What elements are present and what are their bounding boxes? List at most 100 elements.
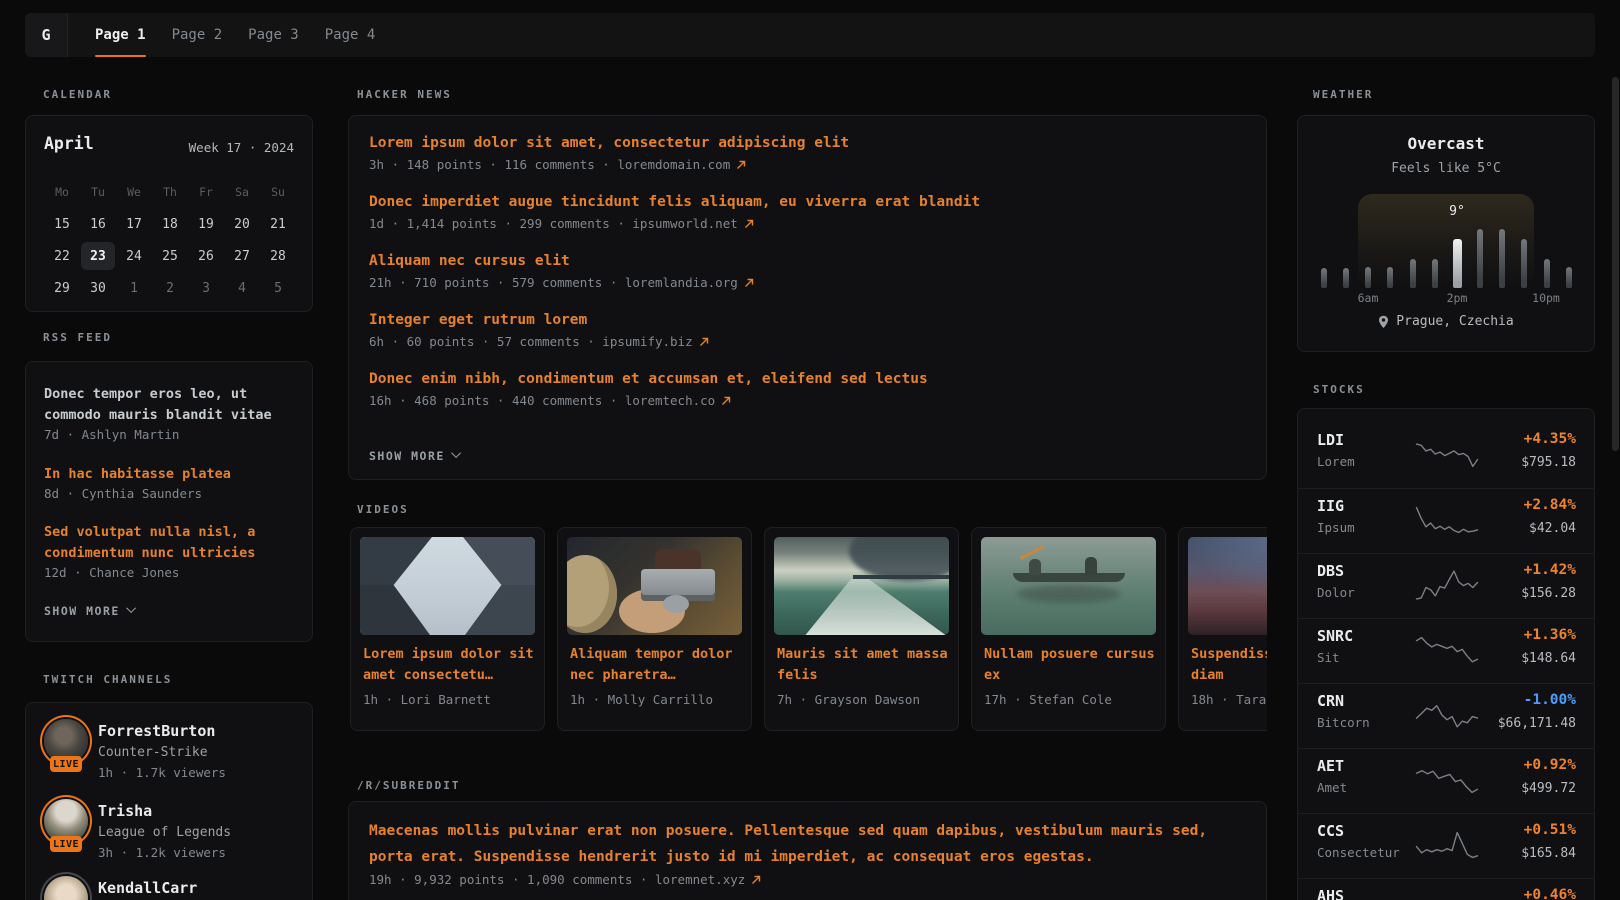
stock-row[interactable]: CCS Consectetur +0.51% $165.84 [1298,813,1594,878]
stock-sparkline [1414,632,1480,668]
stock-row[interactable]: AHS +0.46% [1298,878,1594,900]
video-title[interactable]: Aliquam tempor dolor nec pharetra… [570,644,742,686]
calendar-date[interactable]: 21 [261,210,295,238]
stock-row[interactable]: AET Amet +0.92% $499.72 [1298,748,1594,813]
hn-meta-text: 3h · 148 points · 116 comments · loremdo… [369,157,730,172]
stock-price: $42.04 [1529,521,1576,536]
calendar-date[interactable]: 28 [261,242,295,270]
stock-sparkline [1414,436,1480,472]
video-card[interactable]: Aliquam tempor dolor nec pharetra… 1h · … [557,527,752,731]
stock-change: +2.84% [1524,497,1576,513]
calendar-date[interactable]: 17 [117,210,151,238]
calendar-date[interactable]: 19 [189,210,223,238]
rss-show-more-button[interactable]: SHOW MORE [44,604,136,618]
hn-show-more-button[interactable]: SHOW MORE [369,449,461,463]
hn-story[interactable]: Donec enim nibh, condimentum et accumsan… [369,371,1246,408]
stock-row[interactable]: LDI Lorem +4.35% $795.18 [1298,423,1594,488]
rss-item-title[interactable]: In hac habitasse platea [44,464,296,485]
stock-row[interactable]: SNRC Sit +1.36% $148.64 [1298,618,1594,683]
calendar-date[interactable]: 22 [45,242,79,270]
tab-page-2[interactable]: Page 2 [172,13,223,57]
rss-item-meta: 7d · Ashlyn Martin [44,427,296,442]
rss-item-title[interactable]: Sed volutpat nulla nisl, a condimentum n… [44,522,296,564]
stock-price: $66,171.48 [1498,716,1576,731]
hn-story-title[interactable]: Integer eget rutrum lorem [369,312,1246,328]
stock-row[interactable]: DBS Dolor +1.42% $156.28 [1298,553,1594,618]
calendar-date-selected[interactable]: 23 [81,242,115,270]
hn-story[interactable]: Aliquam nec cursus elit 21h · 710 points… [369,253,1246,290]
video-thumbnail [981,537,1156,635]
tab-page-4[interactable]: Page 4 [325,13,376,57]
stock-ticker: CRN [1317,692,1344,710]
video-title[interactable]: Suspendisse diam [1191,644,1267,686]
calendar-date[interactable]: 1 [117,274,151,302]
location-pin-icon [1378,315,1389,329]
stock-change: -1.00% [1524,692,1576,708]
calendar-date[interactable]: 24 [117,242,151,270]
video-card[interactable]: Suspendisse diam 18h · Tara [1178,527,1267,731]
videos-row: Lorem ipsum dolor sit amet consectetu… 1… [348,527,1267,731]
video-title[interactable]: Mauris sit amet massa felis [777,644,949,686]
video-card[interactable]: Mauris sit amet massa felis 7h · Grayson… [764,527,959,731]
calendar-date[interactable]: 29 [45,274,79,302]
hn-story-title[interactable]: Donec enim nibh, condimentum et accumsan… [369,371,1246,387]
hn-story-title[interactable]: Aliquam nec cursus elit [369,253,1246,269]
scrollbar-thumb[interactable] [1612,77,1619,451]
hn-story[interactable]: Lorem ipsum dolor sit amet, consectetur … [369,135,1246,172]
stock-name: Amet [1317,780,1347,795]
calendar-date[interactable]: 16 [81,210,115,238]
app-logo[interactable]: G [25,13,68,57]
calendar-date[interactable]: 2 [153,274,187,302]
subreddit-widget: Maecenas mollis pulvinar erat non posuer… [348,801,1267,900]
channel-meta: 1h · 1.7k viewers [98,765,226,780]
hn-story-title[interactable]: Lorem ipsum dolor sit amet, consectetur … [369,135,1246,151]
calendar-date[interactable]: 15 [45,210,79,238]
stock-name: Consectetur [1317,845,1400,860]
hacker-news-widget: Lorem ipsum dolor sit amet, consectetur … [348,115,1267,480]
hn-story-meta: 1d · 1,414 points · 299 comments · ipsum… [369,216,1246,231]
rss-item[interactable]: Donec tempor eros leo, ut commodo mauris… [44,384,296,442]
hn-story[interactable]: Integer eget rutrum lorem 6h · 60 points… [369,312,1246,349]
channel-name[interactable]: KendallCarr [98,879,197,897]
stock-row[interactable]: IIG Ipsum +2.84% $42.04 [1298,488,1594,553]
calendar-date[interactable]: 3 [189,274,223,302]
calendar-date[interactable]: 5 [261,274,295,302]
stock-name: Dolor [1317,585,1355,600]
channel-name[interactable]: Trisha [98,802,152,820]
tab-label: Page 1 [95,27,146,43]
rss-item[interactable]: Sed volutpat nulla nisl, a condimentum n… [44,522,296,580]
twitch-channel[interactable]: KendallCarr [44,876,298,900]
video-card[interactable]: Lorem ipsum dolor sit amet consectetu… 1… [350,527,545,731]
twitch-section-header: TWITCH CHANNELS [43,673,172,686]
reddit-post-title[interactable]: Maecenas mollis pulvinar erat non posuer… [369,818,1247,870]
twitch-channel[interactable]: LIVE ForrestBurton Counter-Strike 1h · 1… [44,719,298,791]
tab-page-3[interactable]: Page 3 [248,13,299,57]
calendar-date[interactable]: 30 [81,274,115,302]
hn-story-title[interactable]: Donec imperdiet augue tincidunt felis al… [369,194,1246,210]
channel-name[interactable]: ForrestBurton [98,722,215,740]
hn-story[interactable]: Donec imperdiet augue tincidunt felis al… [369,194,1246,231]
calendar-date[interactable]: 27 [225,242,259,270]
rss-item-title[interactable]: Donec tempor eros leo, ut commodo mauris… [44,384,296,426]
video-thumbnail [567,537,742,635]
tab-label: Page 3 [248,27,299,43]
stock-name: Ipsum [1317,520,1355,535]
live-badge: LIVE [50,836,82,852]
stock-row[interactable]: CRN Bitcorn -1.00% $66,171.48 [1298,683,1594,748]
video-title[interactable]: Nullam posuere cursus ex [984,644,1156,686]
video-card[interactable]: Nullam posuere cursus ex 17h · Stefan Co… [971,527,1166,731]
rss-item[interactable]: In hac habitasse platea 8d · Cynthia Sau… [44,464,296,501]
video-title[interactable]: Lorem ipsum dolor sit amet consectetu… [363,644,535,686]
tab-page-1[interactable]: Page 1 [95,13,146,57]
calendar-grid: MoTuWeThFrSaSu15161718192021222324252627… [44,176,296,304]
topbar: G Page 1 Page 2 Page 3 Page 4 [25,13,1595,57]
calendar-date[interactable]: 25 [153,242,187,270]
twitch-channel[interactable]: LIVE Trisha League of Legends 3h · 1.2k … [44,799,298,871]
calendar-date[interactable]: 26 [189,242,223,270]
stock-change: +1.42% [1524,562,1576,578]
tab-label: Page 4 [325,27,376,43]
channel-avatar[interactable] [44,876,88,900]
calendar-date[interactable]: 4 [225,274,259,302]
calendar-date[interactable]: 20 [225,210,259,238]
calendar-date[interactable]: 18 [153,210,187,238]
